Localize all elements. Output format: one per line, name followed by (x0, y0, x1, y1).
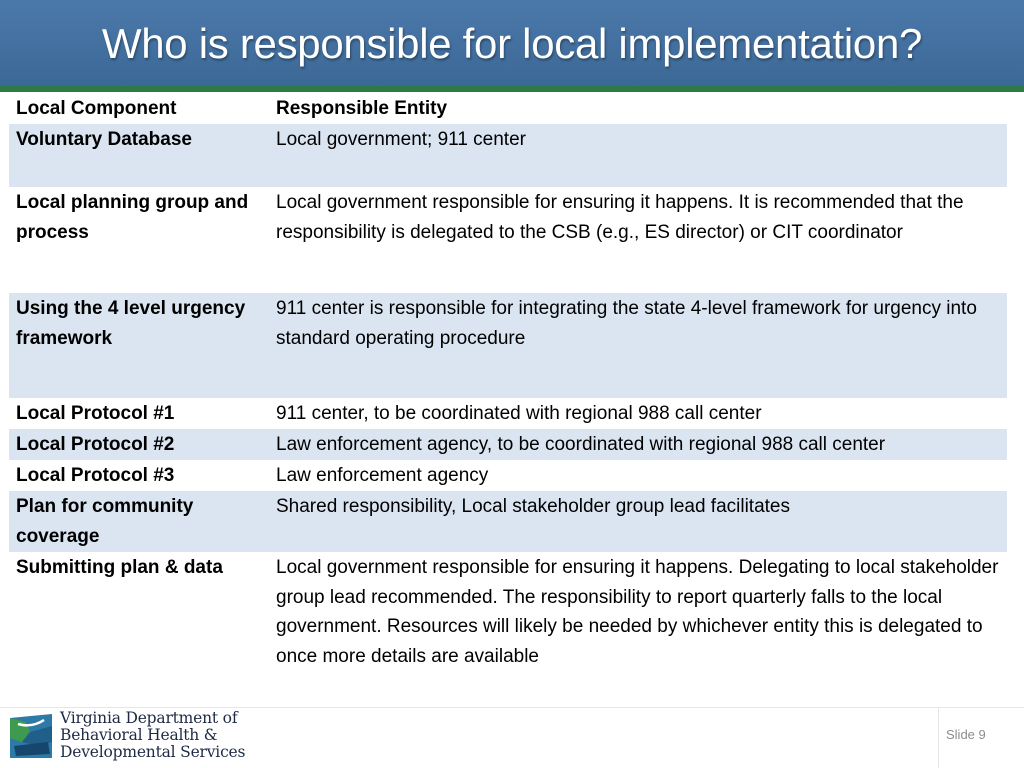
table-header-row: Local Component Responsible Entity (9, 93, 1007, 124)
entity-cell: Law enforcement agency (269, 460, 1007, 491)
header-local-component: Local Component (9, 93, 269, 124)
table-row: Voluntary Database Local government; 911… (9, 124, 1007, 187)
component-cell: Local planning group and process (9, 187, 269, 293)
entity-cell: 911 center is responsible for integratin… (269, 293, 1007, 398)
footer-divider (938, 708, 939, 768)
table-row: Using the 4 level urgency framework 911 … (9, 293, 1007, 398)
header-responsible-entity: Responsible Entity (269, 93, 1007, 124)
org-line: Virginia Department of (60, 709, 238, 727)
entity-cell: Local government responsible for ensurin… (269, 187, 1007, 293)
component-cell: Using the 4 level urgency framework (9, 293, 269, 398)
table-row: Local Protocol #2 Law enforcement agency… (9, 429, 1007, 460)
component-cell: Local Protocol #2 (9, 429, 269, 460)
component-cell: Plan for community coverage (9, 491, 269, 552)
entity-cell: Local government responsible for ensurin… (269, 552, 1007, 672)
component-cell: Submitting plan & data (9, 552, 269, 672)
component-cell: Local Protocol #3 (9, 460, 269, 491)
organization-name: Virginia Department of Behavioral Health… (60, 710, 260, 761)
entity-cell: Local government; 911 center (269, 124, 1007, 187)
slide-title: Who is responsible for local implementat… (101, 20, 923, 67)
footer-rule (0, 707, 1024, 708)
entity-cell: Law enforcement agency, to be coordinate… (269, 429, 1007, 460)
component-cell: Local Protocol #1 (9, 398, 269, 429)
org-line: Developmental Services (60, 743, 246, 761)
responsibility-table: Local Component Responsible Entity Volun… (9, 93, 1007, 672)
entity-cell: Shared responsibility, Local stakeholder… (269, 491, 1007, 552)
virginia-state-logo-icon (8, 712, 54, 760)
table-row: Plan for community coverage Shared respo… (9, 491, 1007, 552)
table-row: Submitting plan & data Local government … (9, 552, 1007, 672)
table-row: Local Protocol #3 Law enforcement agency (9, 460, 1007, 491)
org-line: Behavioral Health & (60, 726, 218, 744)
component-cell: Voluntary Database (9, 124, 269, 187)
table-row: Local Protocol #1 911 center, to be coor… (9, 398, 1007, 429)
entity-cell: 911 center, to be coordinated with regio… (269, 398, 1007, 429)
table-row: Local planning group and process Local g… (9, 187, 1007, 293)
accent-rule (0, 86, 1024, 92)
slide-number: Slide 9 (946, 727, 986, 742)
